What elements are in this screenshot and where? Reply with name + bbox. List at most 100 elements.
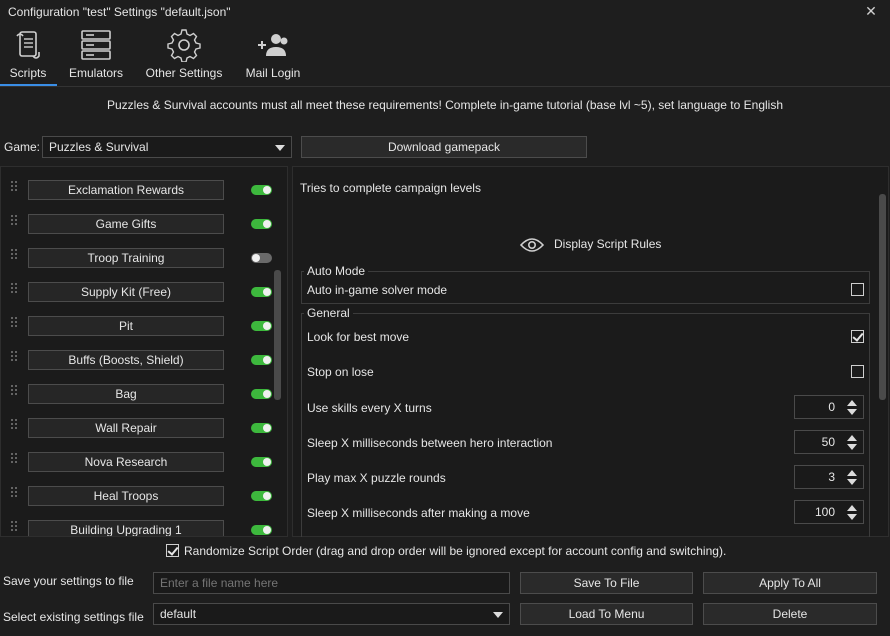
drag-handle-icon[interactable] bbox=[10, 452, 18, 464]
list-item[interactable]: Pit bbox=[1, 306, 275, 340]
tab-other-settings[interactable]: Other Settings bbox=[142, 28, 226, 84]
best-move-label: Look for best move bbox=[307, 330, 410, 344]
script-list-scrollbar[interactable] bbox=[274, 270, 281, 400]
spin-down-icon[interactable] bbox=[847, 479, 857, 485]
tab-emulators[interactable]: Emulators bbox=[64, 28, 128, 84]
sleep-move-label: Sleep X milliseconds after making a move bbox=[307, 506, 530, 520]
eye-icon bbox=[519, 238, 545, 252]
list-item[interactable]: Nova Research bbox=[1, 442, 275, 476]
gear-icon bbox=[167, 29, 201, 62]
spin-up-icon[interactable] bbox=[847, 470, 857, 476]
display-rules-button[interactable]: Display Script Rules bbox=[519, 237, 662, 253]
script-toggle[interactable] bbox=[251, 525, 272, 535]
list-item[interactable]: Buffs (Boosts, Shield) bbox=[1, 340, 275, 374]
select-settings-label: Select existing settings file bbox=[3, 610, 144, 624]
script-toggle[interactable] bbox=[251, 423, 272, 433]
display-rules-label: Display Script Rules bbox=[554, 237, 662, 252]
delete-button[interactable]: Delete bbox=[703, 603, 877, 625]
toggle-knob bbox=[263, 390, 271, 398]
drag-handle-icon[interactable] bbox=[10, 520, 18, 532]
tab-scripts[interactable]: Scripts bbox=[4, 28, 52, 84]
skills-value: 0 bbox=[828, 400, 835, 414]
script-toggle[interactable] bbox=[251, 321, 272, 331]
toggle-knob bbox=[263, 356, 271, 364]
list-item[interactable]: Bag bbox=[1, 374, 275, 408]
list-item[interactable]: Building Upgrading 1 bbox=[1, 510, 275, 536]
download-gamepack-button[interactable]: Download gamepack bbox=[301, 136, 587, 158]
drag-handle-icon[interactable] bbox=[10, 418, 18, 430]
randomize-label: Randomize Script Order (drag and drop or… bbox=[184, 544, 727, 558]
script-button[interactable]: Heal Troops bbox=[28, 486, 224, 506]
filename-input[interactable] bbox=[153, 572, 510, 594]
tab-mail-login[interactable]: Mail Login bbox=[242, 28, 304, 84]
spin-down-icon[interactable] bbox=[847, 514, 857, 520]
stop-on-lose-checkbox[interactable] bbox=[851, 365, 864, 378]
close-icon[interactable]: ✕ bbox=[862, 3, 880, 21]
requirements-notice: Puzzles & Survival accounts must all mee… bbox=[107, 98, 783, 112]
script-button[interactable]: Exclamation Rewards bbox=[28, 180, 224, 200]
script-button[interactable]: Building Upgrading 1 bbox=[28, 520, 224, 536]
tab-label: Mail Login bbox=[245, 66, 301, 80]
script-button[interactable]: Nova Research bbox=[28, 452, 224, 472]
script-button[interactable]: Troop Training bbox=[28, 248, 224, 268]
script-toggle[interactable] bbox=[251, 185, 272, 195]
list-item[interactable]: Heal Troops bbox=[1, 476, 275, 510]
best-move-checkbox[interactable] bbox=[851, 330, 864, 343]
script-button[interactable]: Buffs (Boosts, Shield) bbox=[28, 350, 224, 370]
script-toggle[interactable] bbox=[251, 389, 272, 399]
script-toggle[interactable] bbox=[251, 219, 272, 229]
randomize-checkbox[interactable] bbox=[166, 544, 179, 557]
script-toggle[interactable] bbox=[251, 287, 272, 297]
drag-handle-icon[interactable] bbox=[10, 282, 18, 294]
list-item[interactable]: Exclamation Rewards bbox=[1, 170, 275, 204]
script-button[interactable]: Bag bbox=[28, 384, 224, 404]
list-item[interactable]: Supply Kit (Free) bbox=[1, 272, 275, 306]
script-button[interactable]: Pit bbox=[28, 316, 224, 336]
script-button[interactable]: Wall Repair bbox=[28, 418, 224, 438]
spin-down-icon[interactable] bbox=[847, 409, 857, 415]
skills-spinbox[interactable]: 0 bbox=[794, 395, 864, 419]
tab-label: Scripts bbox=[9, 66, 47, 80]
auto-solver-checkbox[interactable] bbox=[851, 283, 864, 296]
list-item[interactable]: Wall Repair bbox=[1, 408, 275, 442]
sleep-move-spinbox[interactable]: 100 bbox=[794, 500, 864, 524]
game-select[interactable]: Puzzles & Survival bbox=[42, 136, 292, 158]
drag-handle-icon[interactable] bbox=[10, 316, 18, 328]
drag-handle-icon[interactable] bbox=[10, 384, 18, 396]
list-item[interactable]: Game Gifts bbox=[1, 204, 275, 238]
script-toggle[interactable] bbox=[251, 491, 272, 501]
drag-handle-icon[interactable] bbox=[10, 180, 18, 192]
sleep-hero-label: Sleep X milliseconds between hero intera… bbox=[307, 436, 553, 450]
drag-handle-icon[interactable] bbox=[10, 486, 18, 498]
spin-up-icon[interactable] bbox=[847, 505, 857, 511]
drag-handle-icon[interactable] bbox=[10, 248, 18, 260]
max-rounds-value: 3 bbox=[828, 470, 835, 484]
spin-up-icon[interactable] bbox=[847, 435, 857, 441]
load-to-menu-button[interactable]: Load To Menu bbox=[520, 603, 693, 625]
toggle-knob bbox=[263, 288, 271, 296]
chevron-down-icon bbox=[493, 612, 503, 618]
title-bar: Configuration "test" Settings "default.j… bbox=[0, 0, 890, 26]
script-toggle[interactable] bbox=[251, 355, 272, 365]
drag-handle-icon[interactable] bbox=[10, 350, 18, 362]
spin-up-icon[interactable] bbox=[847, 400, 857, 406]
detail-scrollbar[interactable] bbox=[879, 194, 886, 400]
stop-on-lose-label: Stop on lose bbox=[307, 365, 374, 379]
settings-file-select[interactable]: default bbox=[153, 603, 510, 625]
window-title: Configuration "test" Settings "default.j… bbox=[8, 5, 231, 19]
apply-to-all-button[interactable]: Apply To All bbox=[703, 572, 877, 594]
sleep-hero-value: 50 bbox=[821, 435, 835, 449]
list-item[interactable]: Troop Training bbox=[1, 238, 275, 272]
toggle-knob bbox=[263, 424, 271, 432]
tab-label: Other Settings bbox=[145, 66, 223, 80]
script-button[interactable]: Game Gifts bbox=[28, 214, 224, 234]
spin-down-icon[interactable] bbox=[847, 444, 857, 450]
drag-handle-icon[interactable] bbox=[10, 214, 18, 226]
save-to-file-button[interactable]: Save To File bbox=[520, 572, 693, 594]
script-button[interactable]: Supply Kit (Free) bbox=[28, 282, 224, 302]
max-rounds-spinbox[interactable]: 3 bbox=[794, 465, 864, 489]
script-toggle[interactable] bbox=[251, 253, 272, 263]
script-toggle[interactable] bbox=[251, 457, 272, 467]
sleep-hero-spinbox[interactable]: 50 bbox=[794, 430, 864, 454]
game-select-value: Puzzles & Survival bbox=[49, 140, 149, 154]
